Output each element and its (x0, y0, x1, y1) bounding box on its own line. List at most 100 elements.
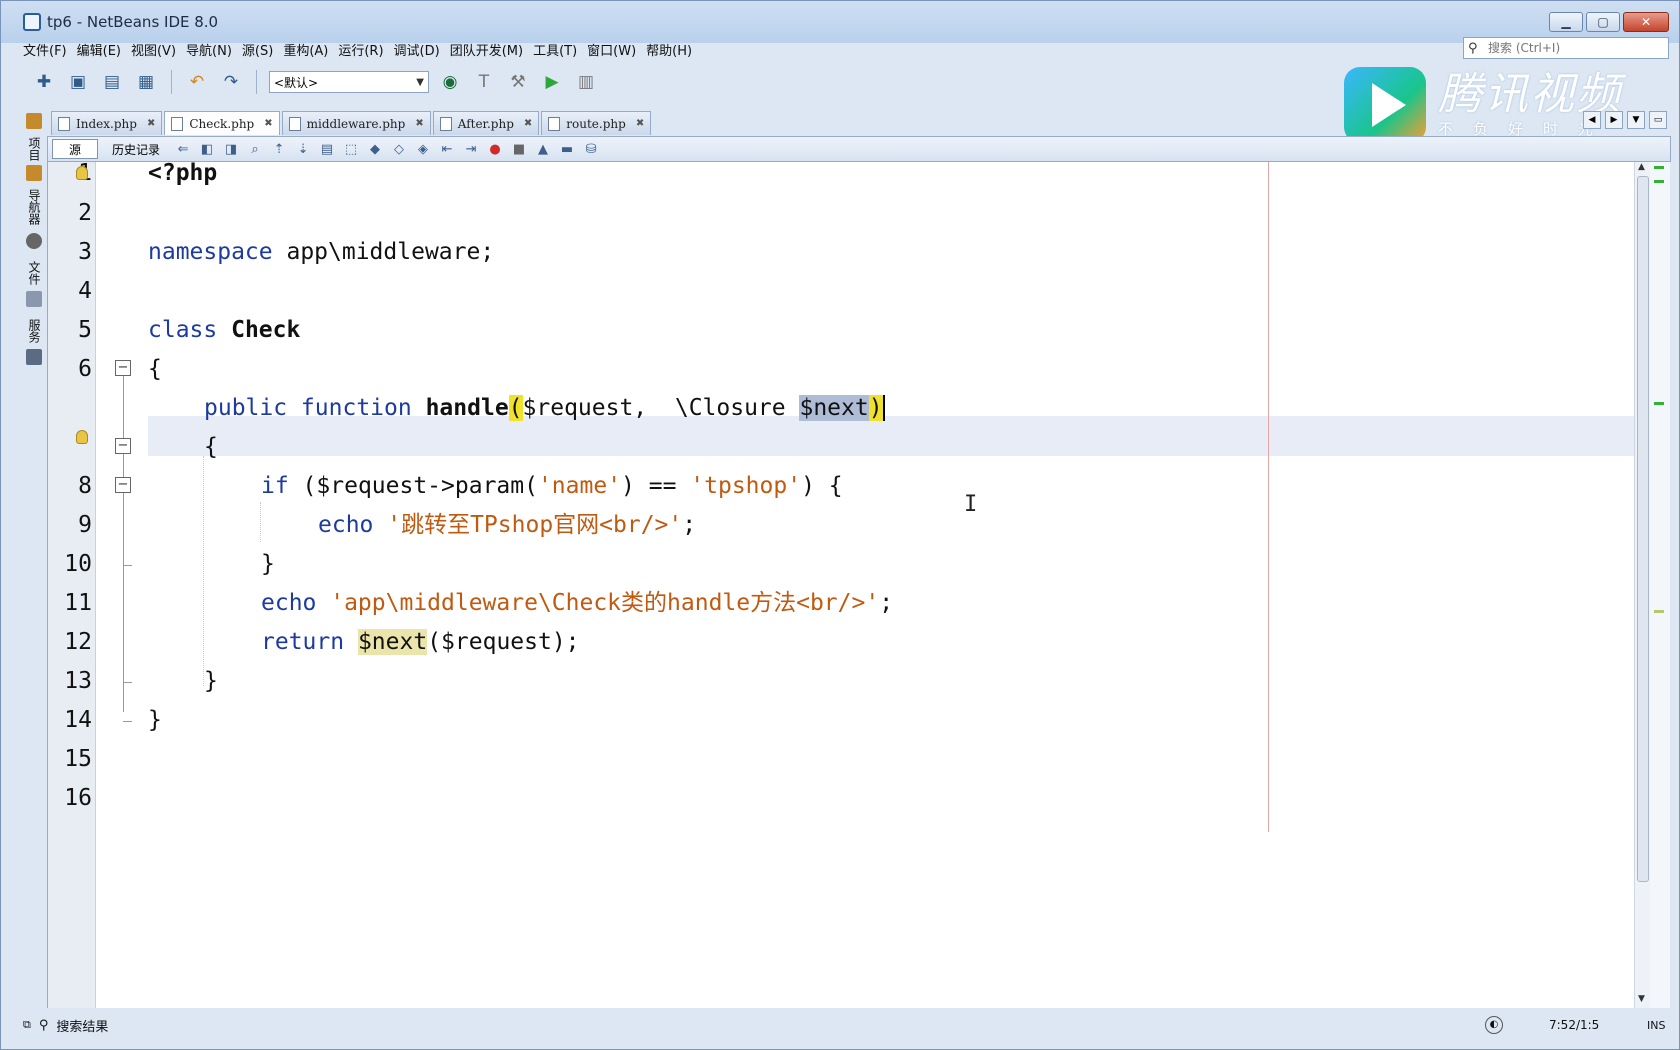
line-number: 11 (64, 590, 92, 616)
menu-bar: 文件(F) 编辑(E) 视图(V) 导航(N) 源(S) 重构(A) 运行(R)… (1, 38, 1461, 60)
files-panel-tab[interactable]: 文件 (25, 261, 43, 285)
notifications-icon[interactable]: ◐ (1485, 1016, 1503, 1034)
variable-occurrence: $next (357, 629, 428, 655)
find-previous-icon[interactable]: ⇡ (270, 140, 288, 158)
code-text: ($request); (427, 629, 580, 655)
open-project-icon[interactable]: ▤ (99, 69, 125, 95)
line-number: 8 (78, 473, 92, 499)
close-tab-icon[interactable]: ✖ (415, 118, 423, 129)
redo-icon[interactable]: ↷ (218, 69, 244, 95)
tab-list-icon[interactable]: ▼ (1627, 111, 1645, 129)
projects-panel-tab[interactable]: 项目 (25, 137, 43, 161)
new-project-icon[interactable]: ▣ (65, 69, 91, 95)
restore-icon[interactable]: ⧉ (23, 1018, 31, 1032)
minimize-button[interactable]: ▁ (1549, 12, 1583, 32)
chevron-down-icon: ▼ (416, 76, 424, 88)
tab-middleware-php[interactable]: middleware.php ✖ (281, 111, 431, 135)
comment-icon[interactable]: ▲ (534, 140, 552, 158)
menu-navigate[interactable]: 导航(N) (186, 40, 232, 59)
tab-check-php[interactable]: Check.php ✖ (164, 111, 280, 135)
search-input[interactable] (1488, 41, 1658, 55)
scroll-up-icon[interactable]: ▲ (1638, 162, 1645, 172)
fold-toggle[interactable]: − (115, 477, 131, 493)
lightbulb-hint-icon[interactable] (76, 166, 88, 180)
new-file-icon[interactable]: ✚ (31, 69, 57, 95)
shift-left-icon[interactable]: ⇤ (438, 140, 456, 158)
tab-controls: ◀ ▶ ▼ ▭ (1583, 111, 1667, 129)
find-next-icon[interactable]: ⇣ (294, 140, 312, 158)
tab-after-php[interactable]: After.php ✖ (432, 111, 540, 135)
menu-source[interactable]: 源(S) (242, 40, 273, 59)
code-editor[interactable]: 1 2 3 4 5 6 7 8 9 10 11 12 13 14 15 16 −… (47, 160, 1670, 1008)
services-panel-tab[interactable]: 服务 (25, 319, 43, 343)
maximize-editor-icon[interactable]: ▭ (1649, 111, 1667, 129)
output-panel-tab[interactable]: ⧉ ⚲ 搜索结果 (23, 1016, 108, 1035)
scroll-tabs-left-icon[interactable]: ◀ (1583, 111, 1601, 129)
menu-window[interactable]: 窗口(W) (587, 40, 636, 59)
side-panel-strip: 项目 导航器 文件 服务 (23, 109, 45, 1009)
code-line-9: if ($request->param('name') == 'tpshop')… (261, 465, 843, 507)
close-button[interactable]: ✕ (1623, 12, 1669, 32)
code-line-12: echo 'app\middleware\Check类的handle方法<br/… (261, 582, 893, 624)
menu-run[interactable]: 运行(R) (338, 40, 383, 59)
forward-icon[interactable]: ◨ (222, 140, 240, 158)
menu-help[interactable]: 帮助(H) (646, 40, 692, 59)
undo-icon[interactable]: ↶ (184, 69, 210, 95)
lightbulb-hint-icon[interactable] (76, 430, 88, 444)
previous-bookmark-icon[interactable]: ◆ (366, 140, 384, 158)
navigator-panel-tab[interactable]: 导航器 (25, 189, 43, 225)
menu-file[interactable]: 文件(F) (23, 40, 67, 59)
clean-build-icon[interactable]: ⚒ (505, 69, 531, 95)
fold-toggle[interactable]: − (115, 438, 131, 454)
scroll-tabs-right-icon[interactable]: ▶ (1605, 111, 1623, 129)
build-hammer-icon[interactable]: T (471, 69, 497, 95)
vertical-scrollbar[interactable]: ▲ ▼ (1634, 162, 1650, 1008)
insert-mode[interactable]: INS (1647, 1019, 1665, 1032)
start-macro-recording-icon[interactable]: ● (486, 140, 504, 158)
fold-toggle[interactable]: − (115, 360, 131, 376)
close-tab-icon[interactable]: ✖ (524, 118, 532, 129)
toggle-bookmark-icon[interactable]: ◈ (414, 140, 432, 158)
toggle-rectangular-selection-icon[interactable]: ⬚ (342, 140, 360, 158)
close-tab-icon[interactable]: ✖ (636, 118, 644, 129)
tab-index-php[interactable]: Index.php ✖ (51, 111, 163, 135)
globe-icon[interactable]: ◉ (437, 69, 463, 95)
error-stripe[interactable] (1650, 162, 1670, 1008)
line-number-gutter[interactable]: 1 2 3 4 5 6 7 8 9 10 11 12 13 14 15 16 (48, 160, 96, 1008)
annotation-mark[interactable] (1654, 180, 1664, 183)
menu-debug[interactable]: 调试(D) (394, 40, 440, 59)
close-tab-icon[interactable]: ✖ (147, 118, 155, 129)
tencent-video-watermark: 腾讯视频 不负好时光 (1344, 63, 1664, 147)
configuration-select[interactable]: <默认> ▼ (269, 71, 429, 93)
toggle-highlight-icon[interactable]: ▤ (318, 140, 336, 158)
database-icon[interactable]: ⛁ (582, 140, 600, 158)
scrollbar-thumb[interactable] (1637, 176, 1649, 882)
close-tab-icon[interactable]: ✖ (264, 118, 272, 129)
menu-view[interactable]: 视图(V) (131, 40, 176, 59)
tab-label: Check.php (189, 116, 255, 131)
save-all-icon[interactable]: ▦ (133, 69, 159, 95)
run-icon[interactable]: ▶ (539, 69, 565, 95)
annotation-mark[interactable] (1654, 610, 1664, 613)
menu-edit[interactable]: 编辑(E) (77, 40, 121, 59)
parameters: $request, \Closure (522, 395, 800, 421)
debug-icon[interactable]: ▥ (573, 69, 599, 95)
line-number: 2 (78, 200, 92, 226)
tab-route-php[interactable]: route.php ✖ (541, 111, 652, 135)
find-icon[interactable]: ⌕ (246, 140, 264, 158)
menu-refactor[interactable]: 重构(A) (283, 40, 328, 59)
projects-icon (26, 165, 42, 181)
line-number: 12 (64, 629, 92, 655)
restore-panels-icon[interactable] (26, 113, 42, 129)
annotation-mark[interactable] (1654, 402, 1664, 405)
menu-tools[interactable]: 工具(T) (533, 40, 577, 59)
code-line-5: class Check (148, 309, 300, 351)
stop-macro-recording-icon[interactable]: ■ (510, 140, 528, 158)
search-icon[interactable]: ⚲ (1468, 41, 1482, 56)
uncomment-icon[interactable]: ▬ (558, 140, 576, 158)
menu-team[interactable]: 团队开发(M) (450, 40, 523, 59)
shift-right-icon[interactable]: ⇥ (462, 140, 480, 158)
next-bookmark-icon[interactable]: ◇ (390, 140, 408, 158)
maximize-button[interactable]: ▢ (1586, 12, 1620, 32)
scroll-down-icon[interactable]: ▼ (1638, 994, 1645, 1004)
